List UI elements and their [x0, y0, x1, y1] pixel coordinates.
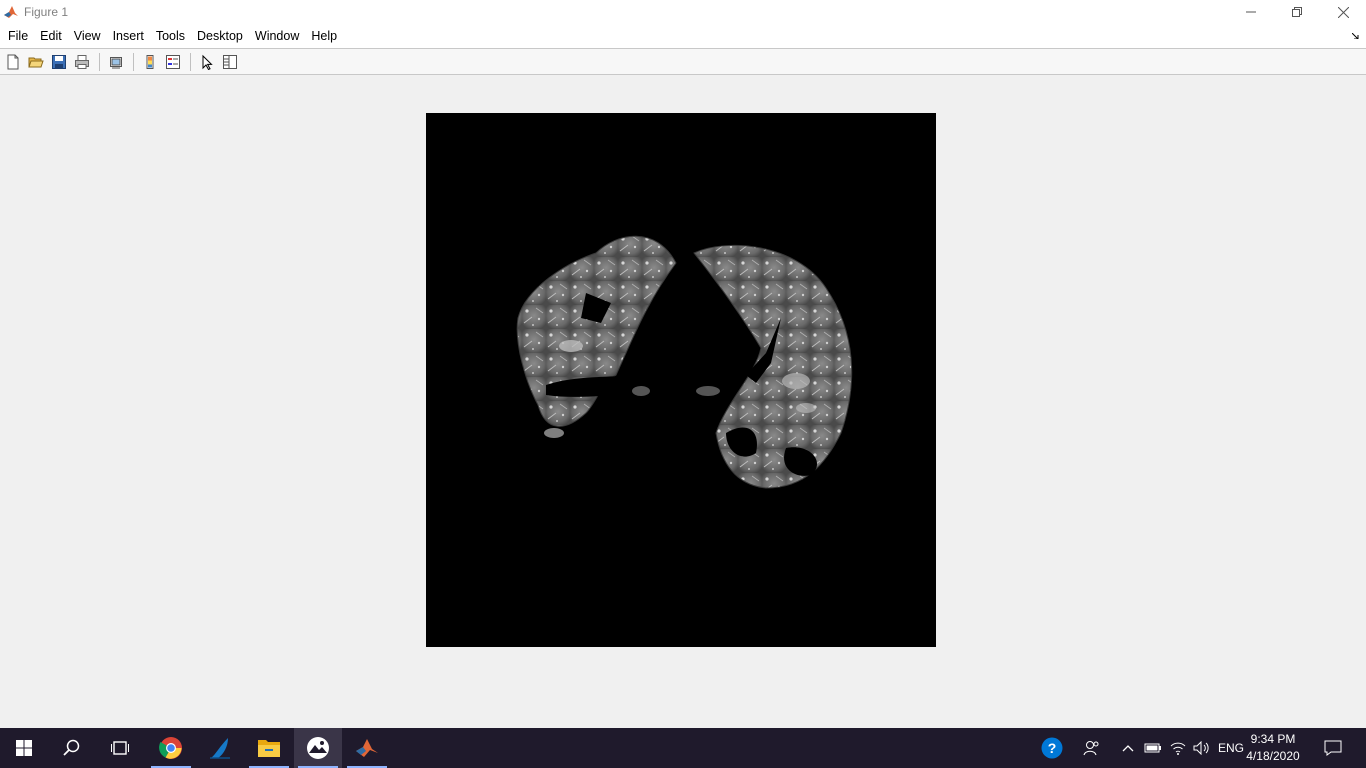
- menu-edit[interactable]: Edit: [34, 24, 68, 48]
- chevron-up-icon: [1122, 745, 1134, 752]
- close-icon: [1337, 6, 1349, 18]
- figure-toolbar: [0, 48, 1366, 75]
- search-button[interactable]: [48, 728, 96, 768]
- notification-icon: [1324, 740, 1342, 756]
- restore-button[interactable]: [1274, 0, 1320, 24]
- menu-window[interactable]: Window: [249, 24, 305, 48]
- search-icon: [63, 739, 80, 756]
- menu-desktop[interactable]: Desktop: [191, 24, 249, 48]
- left-lung: [693, 244, 853, 489]
- restore-icon: [1292, 7, 1302, 17]
- taskbar-file-explorer[interactable]: [245, 728, 293, 768]
- taskbar-photos[interactable]: [294, 728, 342, 768]
- new-figure-icon: [7, 54, 19, 69]
- battery-icon: [1144, 743, 1161, 753]
- taskbar: ? ENG 9:34 PM 4/18/2020: [0, 728, 1366, 768]
- show-hidden-icons-button[interactable]: [1118, 728, 1138, 768]
- battery-tray-button[interactable]: [1142, 728, 1164, 768]
- file-explorer-icon: [258, 740, 280, 757]
- print-button[interactable]: [71, 51, 93, 73]
- menu-view[interactable]: View: [68, 24, 107, 48]
- menu-bar: File Edit View Insert Tools Desktop Wind…: [0, 24, 1366, 48]
- people-tray-button[interactable]: [1078, 728, 1106, 768]
- menu-tools[interactable]: Tools: [150, 24, 191, 48]
- matlab-icon: [356, 739, 378, 757]
- edit-plot-button[interactable]: [196, 51, 218, 73]
- minimize-button[interactable]: [1228, 0, 1274, 24]
- clock-time: 9:34 PM: [1250, 732, 1296, 746]
- right-lung: [516, 235, 677, 427]
- menu-insert[interactable]: Insert: [107, 24, 150, 48]
- link-plot-button[interactable]: [105, 51, 127, 73]
- clock-date: 4/18/2020: [1246, 749, 1300, 763]
- insert-legend-icon: [166, 54, 180, 69]
- figure-canvas: [0, 75, 1366, 728]
- toolbar-separator: [190, 52, 191, 71]
- edit-plot-icon: [202, 54, 213, 70]
- property-inspector-icon: [223, 54, 237, 69]
- taskbar-matlab[interactable]: [343, 728, 391, 768]
- insert-colorbar-button[interactable]: [139, 51, 161, 73]
- insert-legend-button[interactable]: [162, 51, 184, 73]
- window-title: Figure 1: [24, 5, 69, 19]
- print-icon: [75, 54, 89, 69]
- close-button[interactable]: [1320, 0, 1366, 24]
- wireshark-icon: [210, 738, 230, 759]
- chrome-icon: [159, 737, 182, 759]
- save-icon: [52, 54, 66, 69]
- toolbar-separator: [133, 52, 134, 71]
- menu-file[interactable]: File: [2, 24, 34, 48]
- insert-colorbar-icon: [146, 54, 154, 69]
- open-file-button[interactable]: [25, 51, 47, 73]
- toolbar-separator: [99, 52, 100, 71]
- dock-arrow-icon[interactable]: [1352, 33, 1360, 39]
- image-axes[interactable]: [426, 113, 936, 647]
- taskbar-chrome[interactable]: [147, 728, 195, 768]
- volume-tray-button[interactable]: [1190, 728, 1214, 768]
- taskbar-wireshark[interactable]: [196, 728, 244, 768]
- task-view-button[interactable]: [96, 728, 144, 768]
- help-icon: ?: [1041, 737, 1063, 759]
- save-button[interactable]: [48, 51, 70, 73]
- matlab-icon: [3, 4, 19, 20]
- start-button[interactable]: [0, 728, 48, 768]
- people-icon: [1083, 741, 1099, 756]
- volume-icon: [1193, 741, 1209, 755]
- lung-ct-image: [516, 235, 853, 489]
- property-inspector-button[interactable]: [219, 51, 241, 73]
- wifi-icon: [1170, 742, 1186, 755]
- start-icon: [16, 740, 32, 756]
- new-figure-button[interactable]: [2, 51, 24, 73]
- title-bar: Figure 1: [0, 0, 1366, 24]
- help-tray-button[interactable]: ?: [1036, 728, 1068, 768]
- clock[interactable]: 9:34 PM 4/18/2020: [1238, 731, 1308, 765]
- network-tray-button[interactable]: [1166, 728, 1190, 768]
- photos-icon: [307, 737, 329, 759]
- open-file-icon: [28, 57, 44, 67]
- action-center-button[interactable]: [1318, 728, 1348, 768]
- menu-help[interactable]: Help: [305, 24, 343, 48]
- minimize-icon: [1246, 11, 1256, 13]
- svg-text:?: ?: [1048, 740, 1057, 756]
- task-view-icon: [111, 741, 129, 755]
- link-plot-icon: [110, 56, 122, 68]
